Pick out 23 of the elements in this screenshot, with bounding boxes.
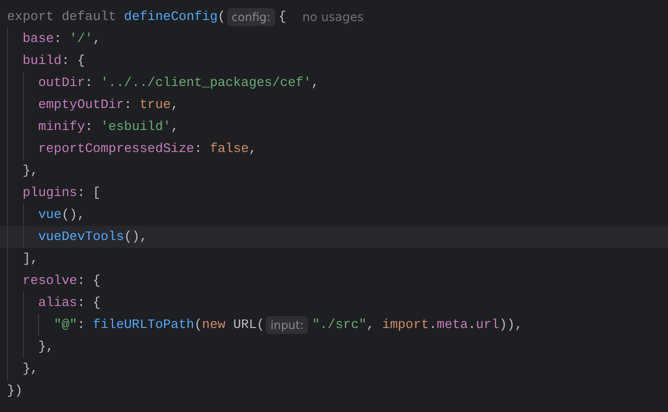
code-text: }, (38, 338, 54, 356)
code-text: build: { (22, 52, 86, 70)
inlay-hint: input: (266, 316, 308, 334)
code-text: "@": fileURLToPath(new URL( (54, 316, 264, 334)
code-text: }, (22, 162, 38, 180)
code-text: plugins: [ (22, 184, 101, 202)
code-text: vueDevTools(), (38, 228, 148, 246)
code-text: emptyOutDir: true, (38, 96, 179, 114)
usage-hint: no usages (302, 9, 364, 26)
code-text: base: '/', (22, 30, 101, 48)
code-text: resolve: { (22, 272, 101, 290)
code-text: minify: 'esbuild', (38, 118, 179, 136)
code-text: outDir: '../../client_packages/cef', (38, 74, 320, 92)
code-text: ], (22, 250, 38, 268)
code-text: { (278, 8, 286, 26)
code-text: reportCompressedSize: false, (38, 140, 257, 158)
code-text: "./src", import.meta.url)), (312, 316, 523, 334)
code-text: alias: { (38, 294, 101, 312)
code-text: export default defineConfig( (7, 8, 226, 26)
code-text: }) (7, 382, 23, 400)
code-text: vue(), (38, 206, 85, 224)
inlay-hint: config: (227, 8, 275, 26)
code-text: }, (22, 360, 38, 378)
